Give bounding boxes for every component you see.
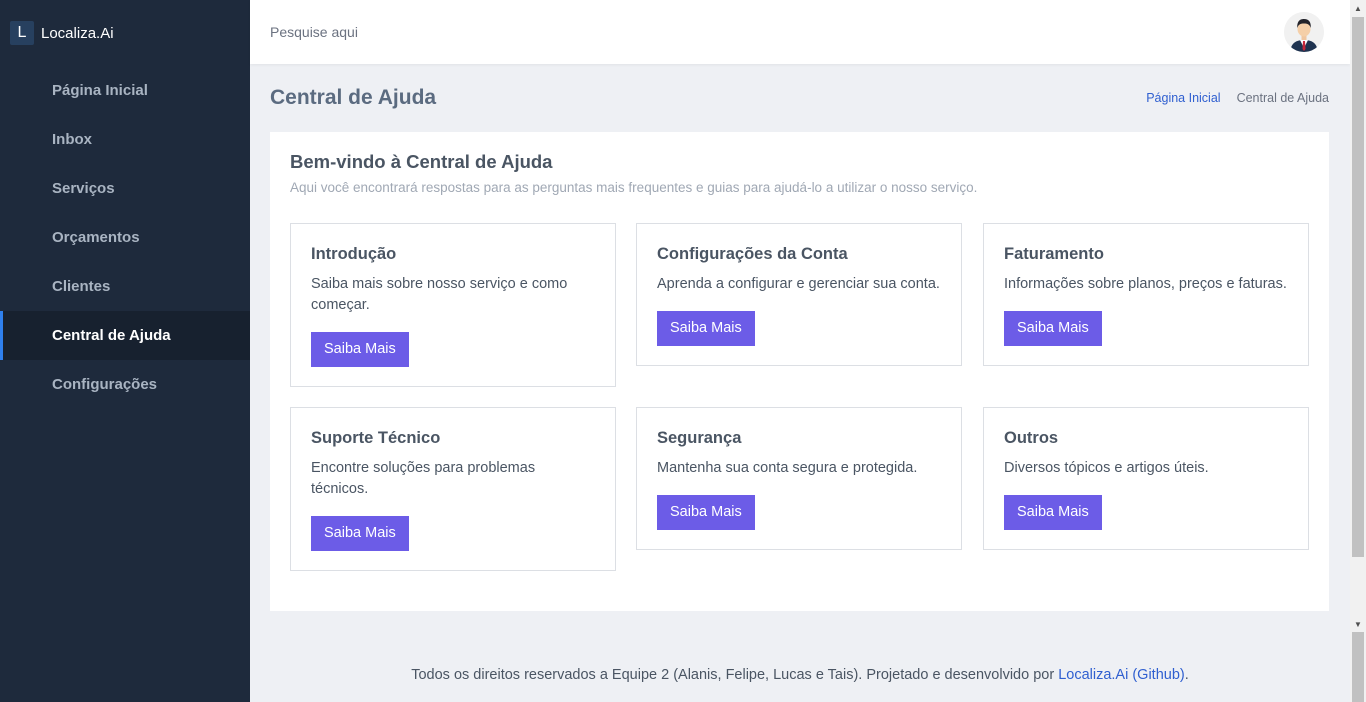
- topic-description: Informações sobre planos, preços e fatur…: [1004, 276, 1287, 292]
- topbar: [250, 0, 1350, 64]
- welcome-title: Bem-vindo à Central de Ajuda: [290, 151, 553, 172]
- scroll-thumb-secondary[interactable]: [1352, 632, 1364, 702]
- topic-title: Segurança: [657, 429, 742, 447]
- scroll-up-arrow-icon[interactable]: ▲: [1350, 0, 1366, 16]
- saiba-mais-button[interactable]: Saiba Mais: [311, 516, 409, 551]
- saiba-mais-button[interactable]: Saiba Mais: [657, 311, 755, 346]
- help-center-card: Bem-vindo à Central de Ajuda Aqui você e…: [270, 132, 1329, 611]
- topic-title: Introdução: [311, 245, 397, 263]
- sidebar-item-inbox[interactable]: Inbox: [0, 115, 250, 164]
- sidebar-item-clientes[interactable]: Clientes: [0, 262, 250, 311]
- brand[interactable]: L Localiza.Ai: [0, 0, 250, 66]
- sidebar-item-orcamentos[interactable]: Orçamentos: [0, 213, 250, 262]
- breadcrumb: Página Inicial Central de Ajuda: [1146, 91, 1329, 105]
- topic-title: Faturamento: [1004, 245, 1104, 263]
- breadcrumb-home-link[interactable]: Página Inicial: [1146, 91, 1220, 105]
- saiba-mais-button[interactable]: Saiba Mais: [657, 495, 755, 530]
- topic-card-outros: Outros Diversos tópicos e artigos úteis.…: [983, 407, 1309, 550]
- topic-title: Suporte Técnico: [311, 429, 441, 447]
- topic-description: Saiba mais sobre nosso serviço e como co…: [311, 276, 568, 313]
- topic-description: Encontre soluções para problemas técnico…: [311, 460, 536, 497]
- topic-card-configuracoes-da-conta: Configurações da Conta Aprenda a configu…: [636, 223, 962, 366]
- footer-github-link[interactable]: Localiza.Ai (Github): [1058, 667, 1185, 683]
- sidebar-item-pagina-inicial[interactable]: Página Inicial: [0, 66, 250, 115]
- topic-description: Diversos tópicos e artigos úteis.: [1004, 460, 1209, 476]
- saiba-mais-button[interactable]: Saiba Mais: [1004, 495, 1102, 530]
- topic-card-faturamento: Faturamento Informações sobre planos, pr…: [983, 223, 1309, 366]
- topic-description: Mantenha sua conta segura e protegida.: [657, 460, 918, 476]
- topic-card-suporte-tecnico: Suporte Técnico Encontre soluções para p…: [290, 407, 616, 571]
- breadcrumb-current: Central de Ajuda: [1236, 91, 1329, 105]
- brand-logo-icon: L: [10, 21, 34, 45]
- topic-title: Outros: [1004, 429, 1059, 447]
- user-avatar-icon[interactable]: [1284, 12, 1324, 52]
- topic-title: Configurações da Conta: [657, 245, 848, 263]
- brand-name: Localiza.Ai: [41, 24, 114, 42]
- footer-text: Todos os direitos reservados a Equipe 2 …: [411, 667, 1059, 683]
- scroll-thumb[interactable]: [1352, 17, 1364, 557]
- saiba-mais-button[interactable]: Saiba Mais: [311, 332, 409, 367]
- sidebar: L Localiza.Ai Página Inicial Inbox Servi…: [0, 0, 250, 702]
- scroll-down-arrow-icon[interactable]: ▼: [1350, 616, 1366, 632]
- topic-card-introducao: Introdução Saiba mais sobre nosso serviç…: [290, 223, 616, 387]
- footer-end: .: [1184, 667, 1189, 683]
- topic-description: Aprenda a configurar e gerenciar sua con…: [657, 276, 940, 292]
- sidebar-item-servicos[interactable]: Serviços: [0, 164, 250, 213]
- welcome-subtitle: Aqui você encontrará respostas para as p…: [290, 180, 978, 195]
- topic-card-seguranca: Segurança Mantenha sua conta segura e pr…: [636, 407, 962, 550]
- sidebar-item-central-de-ajuda[interactable]: Central de Ajuda: [0, 311, 250, 360]
- search-input[interactable]: [270, 18, 670, 46]
- footer: Todos os direitos reservados a Equipe 2 …: [250, 667, 1350, 683]
- saiba-mais-button[interactable]: Saiba Mais: [1004, 311, 1102, 346]
- sidebar-nav: Página Inicial Inbox Serviços Orçamentos…: [0, 66, 250, 409]
- page-title: Central de Ajuda: [270, 86, 437, 109]
- page-scrollbar[interactable]: ▲ ▼: [1350, 0, 1366, 702]
- sidebar-item-configuracoes[interactable]: Configurações: [0, 360, 250, 409]
